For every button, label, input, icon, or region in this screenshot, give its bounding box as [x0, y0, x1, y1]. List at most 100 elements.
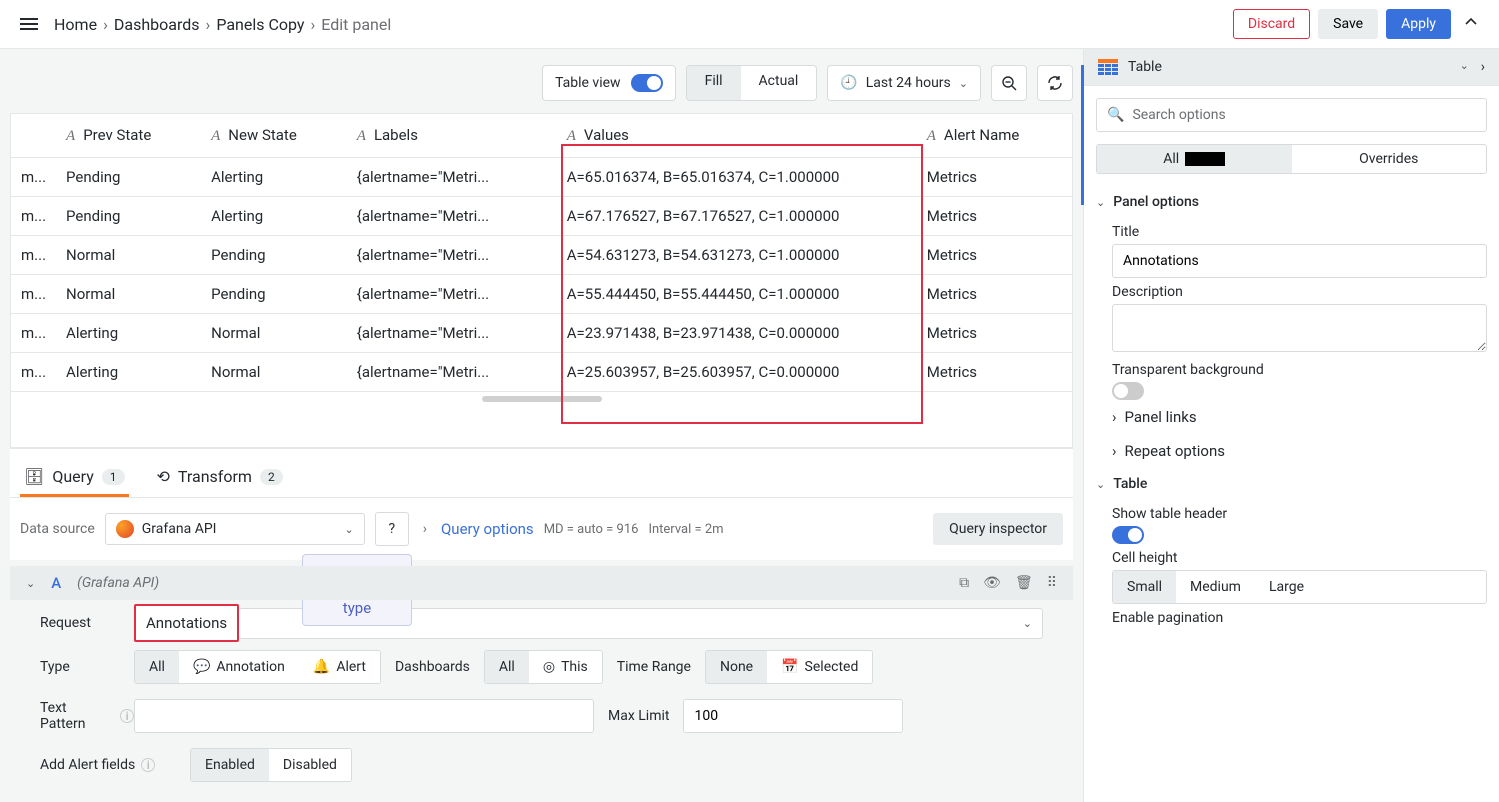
dash-this[interactable]: ◎This: [529, 651, 602, 683]
breadcrumb-panel[interactable]: Panels Copy: [216, 15, 304, 34]
time-range-picker[interactable]: 🕘 Last 24 hours ⌄: [827, 65, 981, 101]
alertfields-group: Enabled Disabled: [190, 748, 352, 782]
table-view-label: Table view: [555, 75, 621, 91]
breadcrumb: Home› Dashboards› Panels Copy› Edit pane…: [54, 15, 391, 34]
description-label: Description: [1096, 278, 1487, 304]
redacted-count: [1185, 152, 1225, 166]
left-pane: Table view Fill Actual 🕘 Last 24 hours ⌄…: [0, 49, 1083, 802]
table-row[interactable]: m...PendingAlerting{alertname="Metri...A…: [11, 158, 1072, 197]
table-row[interactable]: m...NormalPending{alertname="Metri...A=5…: [11, 275, 1072, 314]
col-alert-name[interactable]: AAlert Name: [917, 114, 1072, 158]
table-view-toggle[interactable]: [631, 74, 663, 92]
col-new-state[interactable]: ANew State: [201, 114, 347, 158]
alertfields-disabled[interactable]: Disabled: [269, 749, 351, 781]
eye-icon[interactable]: 👁: [983, 575, 1001, 591]
panel-options-section[interactable]: ⌄Panel options: [1096, 186, 1487, 218]
save-button[interactable]: Save: [1318, 9, 1378, 39]
range-none[interactable]: None: [706, 651, 767, 683]
cell-height-group: Small Medium Large: [1112, 570, 1487, 604]
datasource-help-button[interactable]: ?: [375, 512, 409, 546]
alertfields-enabled[interactable]: Enabled: [191, 749, 269, 781]
textpattern-input[interactable]: [134, 699, 594, 733]
table-row[interactable]: m...PendingAlerting{alertname="Metri...A…: [11, 197, 1072, 236]
alertfields-row: Add Alert fieldsi Enabled Disabled: [10, 744, 1073, 786]
request-label: Request: [40, 607, 134, 639]
table-row[interactable]: m...AlertingNormal{alertname="Metri...A=…: [11, 353, 1072, 392]
type-annotation[interactable]: 💬Annotation: [179, 651, 299, 683]
panel-links-section[interactable]: ›Panel links: [1096, 400, 1487, 434]
dashboards-label: Dashboards: [381, 659, 484, 675]
actual-segment[interactable]: Actual: [741, 66, 817, 100]
show-header-toggle[interactable]: [1112, 526, 1144, 544]
query-collapse-icon[interactable]: ⌄: [26, 577, 35, 590]
query-ref-id[interactable]: A: [51, 574, 61, 592]
hamburger-icon[interactable]: [16, 14, 42, 34]
title-input[interactable]: [1112, 244, 1487, 278]
description-input[interactable]: [1112, 304, 1487, 352]
transparent-toggle[interactable]: [1112, 382, 1144, 400]
maxlimit-input[interactable]: [683, 699, 903, 733]
info-icon[interactable]: i: [141, 758, 155, 772]
textpattern-label: Text Patterni: [40, 692, 134, 740]
viz-picker[interactable]: Table ⌄ ›: [1084, 49, 1499, 86]
query-inspector-button[interactable]: Query inspector: [933, 513, 1063, 545]
col-labels[interactable]: ALabels: [347, 114, 557, 158]
refresh-button[interactable]: [1037, 65, 1073, 101]
request-value-highlight: Annotations: [134, 604, 239, 642]
collapse-icon[interactable]: [1459, 10, 1483, 39]
cell-medium[interactable]: Medium: [1176, 571, 1255, 603]
editor-tabs: 🗄 Query 1 ⟲ Transform 2: [10, 448, 1073, 497]
show-header-label: Show table header: [1096, 500, 1487, 526]
query-count-badge: 1: [102, 469, 125, 485]
chevron-right-icon[interactable]: ›: [1481, 59, 1485, 75]
col-values[interactable]: AValues: [557, 114, 917, 158]
type-all[interactable]: All: [135, 651, 179, 683]
dash-all[interactable]: All: [485, 651, 529, 683]
horizontal-scrollbar[interactable]: [482, 396, 602, 402]
dash-group: All ◎This: [484, 650, 603, 684]
trash-icon[interactable]: 🗑: [1015, 575, 1033, 591]
table-section[interactable]: ⌄Table: [1096, 468, 1487, 500]
fill-segment[interactable]: Fill: [687, 66, 741, 100]
title-label: Title: [1096, 218, 1487, 244]
chevron-down-icon[interactable]: ⌄: [1460, 59, 1469, 75]
chevron-right-icon: ›: [419, 521, 431, 537]
table-row[interactable]: m...AlertingNormal{alertname="Metri...A=…: [11, 314, 1072, 353]
breadcrumb-home[interactable]: Home: [54, 15, 97, 34]
range-selected[interactable]: 📅Selected: [767, 651, 872, 683]
type-alert[interactable]: 🔔Alert: [299, 651, 380, 683]
query-options-link[interactable]: Query options: [441, 520, 534, 538]
grafana-icon: [116, 520, 134, 538]
info-icon[interactable]: i: [120, 709, 134, 723]
type-row: Type All 💬Annotation 🔔Alert Dashboards A…: [10, 646, 1073, 688]
query-md-info: MD = auto = 916: [544, 522, 639, 537]
table-row[interactable]: m...NormalPending{alertname="Metri...A=5…: [11, 236, 1072, 275]
search-options-input[interactable]: 🔍 Search options: [1096, 98, 1487, 132]
cell-small[interactable]: Small: [1113, 571, 1176, 603]
repeat-options-section[interactable]: ›Repeat options: [1096, 434, 1487, 468]
data-table: APrev State ANew State ALabels AValues A…: [11, 114, 1072, 392]
overrides-tab[interactable]: Overrides: [1292, 145, 1487, 173]
fill-actual-group: Fill Actual: [686, 65, 818, 101]
transform-count-badge: 2: [260, 469, 283, 485]
database-icon: 🗄: [24, 467, 44, 486]
zoom-out-button[interactable]: [991, 65, 1027, 101]
query-interval-info: Interval = 2m: [648, 522, 723, 537]
col-prev-state[interactable]: APrev State: [56, 114, 201, 158]
datasource-row: Data source Grafana API ⌄ ? › Query opti…: [10, 497, 1073, 560]
breadcrumb-dashboards[interactable]: Dashboards: [114, 15, 200, 34]
datasource-select[interactable]: Grafana API ⌄: [105, 513, 365, 545]
tab-transform[interactable]: ⟲ Transform 2: [153, 459, 287, 497]
cell-large[interactable]: Large: [1255, 571, 1318, 603]
discard-button[interactable]: Discard: [1233, 9, 1310, 39]
copy-icon[interactable]: ⧉: [959, 575, 969, 591]
textpattern-row: Text Patterni Max Limit: [10, 688, 1073, 744]
query-editor: 1.Annotations request type ⌄ A (Grafana …: [10, 560, 1073, 792]
apply-button[interactable]: Apply: [1386, 9, 1451, 39]
cell-height-label: Cell height: [1096, 544, 1487, 570]
tab-query[interactable]: 🗄 Query 1: [20, 459, 129, 497]
all-tab[interactable]: All: [1097, 145, 1292, 173]
chevron-down-icon: ⌄: [1023, 617, 1032, 630]
panel-toolbar: Table view Fill Actual 🕘 Last 24 hours ⌄: [10, 59, 1073, 113]
drag-icon[interactable]: ⠿: [1047, 575, 1057, 591]
